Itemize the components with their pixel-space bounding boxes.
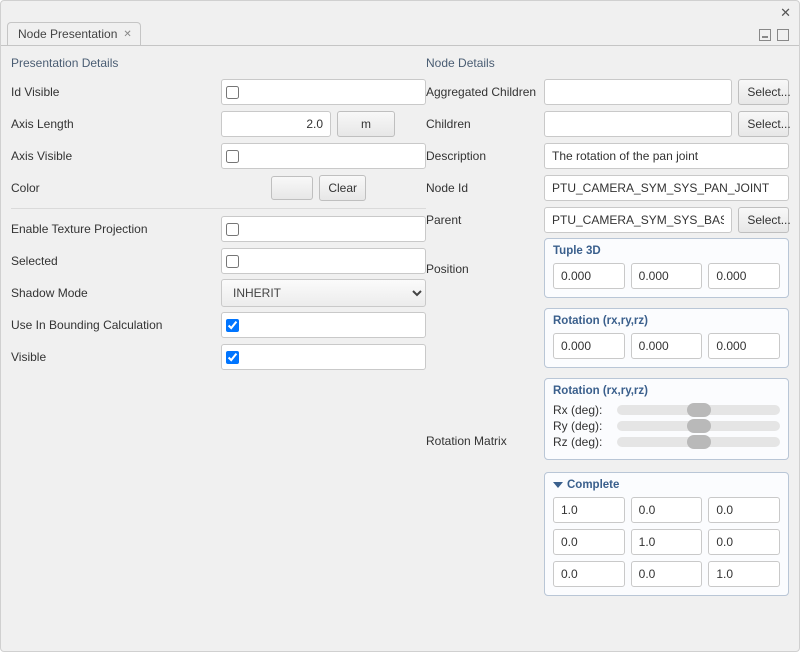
parent-input[interactable] — [544, 207, 732, 233]
selected-label: Selected — [11, 254, 221, 268]
rotation-deg-title: Rotation (rx,ry,rz) — [553, 385, 780, 397]
rotation-title: Rotation (rx,ry,rz) — [553, 315, 780, 327]
tab-strip: Node Presentation ✕ — [1, 1, 799, 45]
content-area: Presentation Details Id Visible Axis Len… — [1, 45, 799, 651]
rotation-rz-input[interactable] — [708, 333, 780, 359]
matrix-1-2-input[interactable] — [708, 529, 780, 555]
rotation-group: Rotation (rx,ry,rz) — [544, 308, 789, 368]
color-label: Color — [11, 181, 221, 195]
complete-title: Complete — [553, 479, 780, 491]
ry-deg-slider[interactable] — [617, 421, 780, 431]
rotation-rx-input[interactable] — [553, 333, 625, 359]
presentation-details-title: Presentation Details — [11, 56, 426, 70]
aggregated-children-label: Aggregated Children — [426, 85, 544, 99]
visible-label: Visible — [11, 350, 221, 364]
matrix-1-0-input[interactable] — [553, 529, 625, 555]
rx-deg-slider[interactable] — [617, 405, 780, 415]
description-label: Description — [426, 149, 544, 163]
use-bounding-label: Use In Bounding Calculation — [11, 318, 221, 332]
children-select-button[interactable]: Select... — [738, 111, 789, 137]
rotation-ry-input[interactable] — [631, 333, 703, 359]
rx-deg-label: Rx (deg): — [553, 403, 609, 417]
enable-texture-projection-checkbox[interactable] — [226, 223, 239, 236]
complete-matrix-group: Complete — [544, 472, 789, 596]
visible-checkbox[interactable] — [226, 351, 239, 364]
presentation-details-panel: Presentation Details Id Visible Axis Len… — [11, 54, 426, 641]
color-swatch-button[interactable] — [271, 176, 313, 200]
matrix-1-1-input[interactable] — [631, 529, 703, 555]
rotation-matrix-label: Rotation Matrix — [426, 378, 544, 448]
tuple3d-y-input[interactable] — [631, 263, 703, 289]
tuple3d-x-input[interactable] — [553, 263, 625, 289]
id-visible-label: Id Visible — [11, 85, 221, 99]
axis-visible-checkbox[interactable] — [226, 150, 239, 163]
matrix-0-2-input[interactable] — [708, 497, 780, 523]
node-id-label: Node Id — [426, 181, 544, 195]
selected-checkbox[interactable] — [226, 255, 239, 268]
matrix-2-0-input[interactable] — [553, 561, 625, 587]
rz-deg-label: Rz (deg): — [553, 435, 609, 449]
tuple3d-z-input[interactable] — [708, 263, 780, 289]
rz-deg-slider[interactable] — [617, 437, 780, 447]
window-close-icon[interactable]: ✕ — [780, 5, 791, 21]
node-presentation-window: ✕ Node Presentation ✕ Presentation Detai… — [0, 0, 800, 652]
node-details-panel: Node Details Aggregated Children Select.… — [426, 54, 789, 641]
aggregated-children-input[interactable] — [544, 79, 732, 105]
axis-length-label: Axis Length — [11, 117, 221, 131]
tuple3d-title: Tuple 3D — [553, 245, 780, 257]
matrix-2-1-input[interactable] — [631, 561, 703, 587]
ry-deg-label: Ry (deg): — [553, 419, 609, 433]
axis-length-unit-button[interactable]: m — [337, 111, 395, 137]
maximize-view-icon[interactable] — [777, 29, 789, 41]
aggregated-children-select-button[interactable]: Select... — [738, 79, 789, 105]
matrix-0-0-input[interactable] — [553, 497, 625, 523]
node-details-title: Node Details — [426, 56, 789, 70]
parent-select-button[interactable]: Select... — [738, 207, 789, 233]
enable-texture-projection-label: Enable Texture Projection — [11, 222, 221, 236]
axis-length-input[interactable] — [221, 111, 331, 137]
shadow-mode-label: Shadow Mode — [11, 286, 221, 300]
tab-close-icon[interactable]: ✕ — [123, 29, 131, 40]
id-visible-checkbox[interactable] — [226, 86, 239, 99]
matrix-2-2-input[interactable] — [708, 561, 780, 587]
chevron-down-icon[interactable] — [553, 482, 563, 488]
tab-label: Node Presentation — [18, 27, 117, 41]
position-label: Position — [426, 238, 544, 276]
tuple3d-group: Tuple 3D — [544, 238, 789, 298]
rotation-deg-group: Rotation (rx,ry,rz) Rx (deg): Ry (deg): … — [544, 378, 789, 460]
axis-visible-label: Axis Visible — [11, 149, 221, 163]
tab-node-presentation[interactable]: Node Presentation ✕ — [7, 22, 141, 45]
node-id-input[interactable] — [544, 175, 789, 201]
description-input[interactable] — [544, 143, 789, 169]
shadow-mode-select[interactable]: INHERIT — [221, 279, 426, 307]
matrix-0-1-input[interactable] — [631, 497, 703, 523]
parent-label: Parent — [426, 213, 544, 227]
children-label: Children — [426, 117, 544, 131]
use-bounding-checkbox[interactable] — [226, 319, 239, 332]
minimize-view-icon[interactable] — [759, 29, 771, 41]
color-clear-button[interactable]: Clear — [319, 175, 366, 201]
children-input[interactable] — [544, 111, 732, 137]
